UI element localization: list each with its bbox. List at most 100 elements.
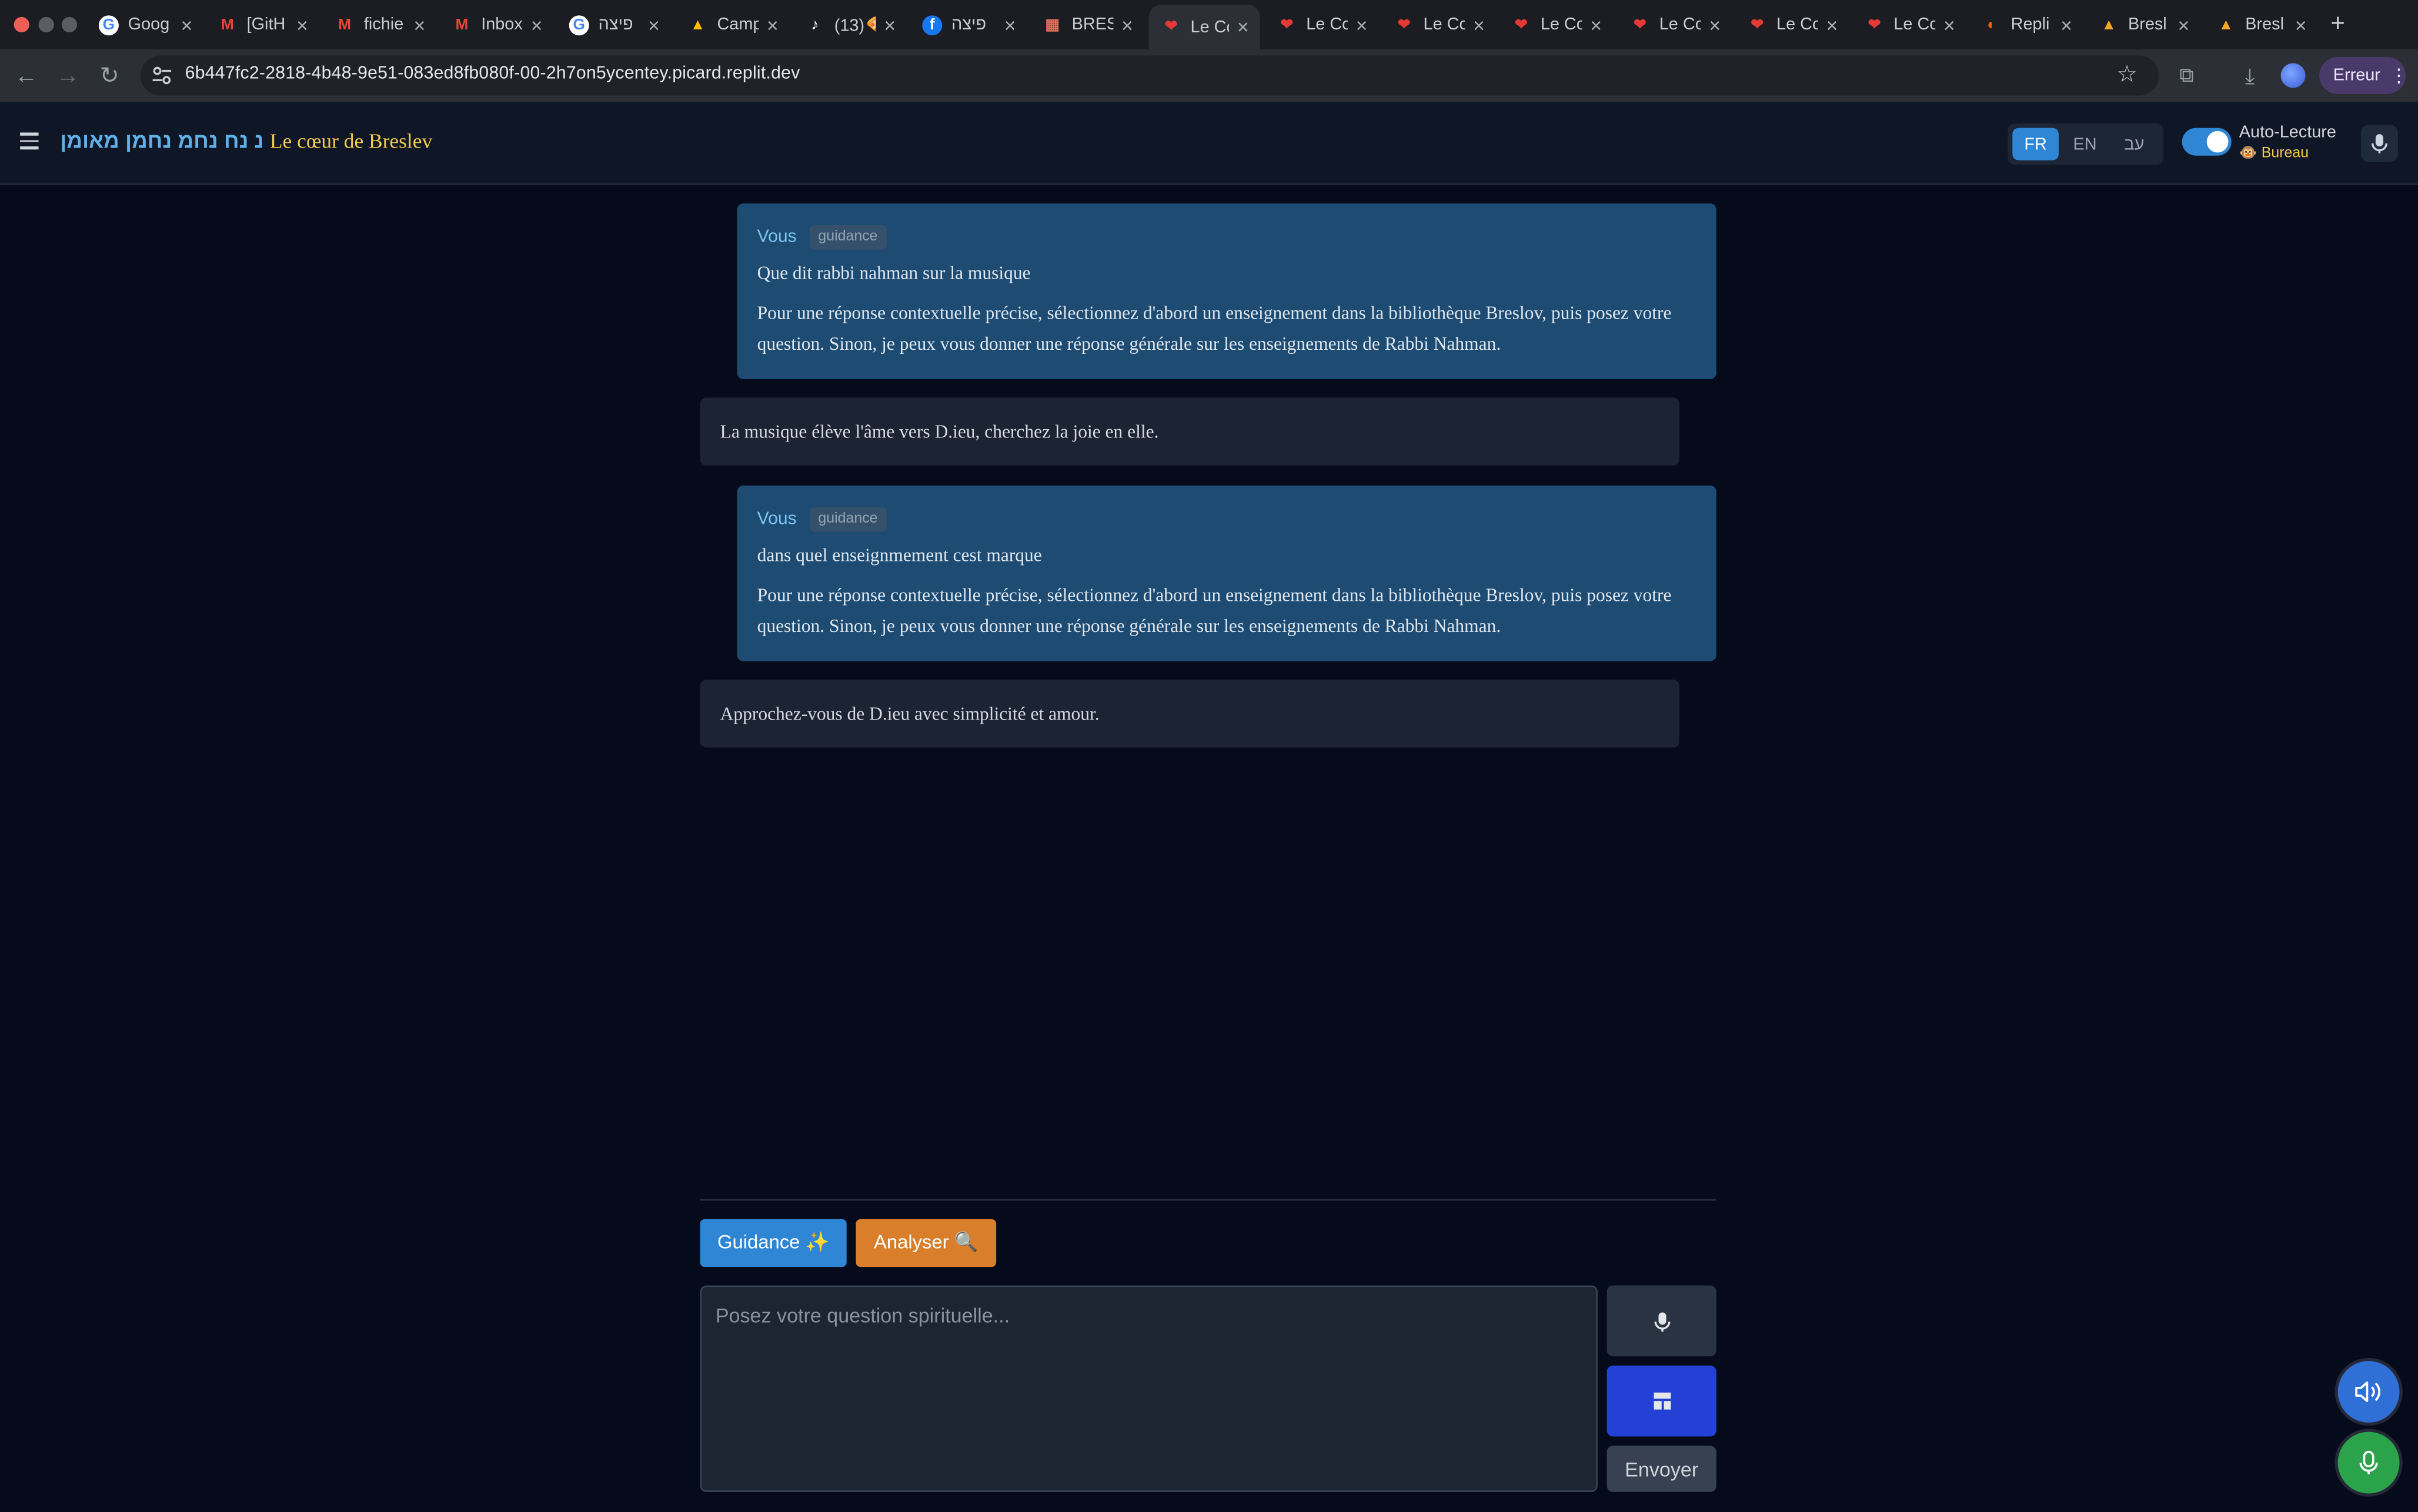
- browser-tab[interactable]: f פיצה ×: [922, 8, 1018, 42]
- tab-title: [GitH: [246, 15, 286, 34]
- analyze-mode-button[interactable]: Analyser 🔍: [856, 1219, 997, 1267]
- tab-close-icon[interactable]: ×: [1824, 13, 1839, 36]
- guidance-mode-button[interactable]: Guidance ✨: [700, 1219, 847, 1267]
- tab-close-icon[interactable]: ×: [179, 13, 194, 36]
- header-mic-button[interactable]: [2360, 125, 2398, 162]
- browser-tab[interactable]: ❤ Le Cœ ×: [1747, 8, 1839, 42]
- tab-close-icon[interactable]: ×: [1707, 13, 1722, 36]
- facebook-icon: f: [922, 14, 943, 35]
- tab-close-icon[interactable]: ×: [765, 13, 780, 36]
- url-text[interactable]: 6b447fc2-2818-4b48-9e51-083ed8fb080f-00-…: [185, 65, 800, 83]
- question-input-container: [700, 1285, 1598, 1492]
- browser-tab-strip: G Goog × M [GitH × M fichie × M Inbox × …: [0, 0, 2418, 49]
- back-arrow-icon[interactable]: ←: [11, 60, 41, 91]
- language-switcher: FR EN עב: [2008, 123, 2164, 165]
- brand-title: Le cœur de Breslev: [269, 129, 433, 153]
- profile-error-button[interactable]: Erreur ⋮: [2319, 57, 2408, 94]
- lang-en-button[interactable]: EN: [2062, 128, 2108, 160]
- tab-title: Le Cœ: [1893, 15, 1935, 34]
- gmail-icon: M: [338, 16, 352, 34]
- browser-tab[interactable]: ▦ BRES ×: [1043, 8, 1135, 42]
- site-settings-icon[interactable]: [151, 65, 173, 86]
- browser-tab[interactable]: ❤ Le Cœ ×: [1277, 8, 1369, 42]
- close-window-button[interactable]: [14, 16, 29, 33]
- tab-close-icon[interactable]: ×: [529, 13, 545, 36]
- message-sender: Vous: [757, 510, 797, 529]
- tab-title: BRES: [1071, 15, 1114, 34]
- tab-close-icon[interactable]: ×: [1003, 13, 1018, 36]
- browser-tab[interactable]: ▲ Bresl ×: [2099, 8, 2191, 42]
- tab-close-icon[interactable]: ×: [2176, 13, 2191, 36]
- tab-close-icon[interactable]: ×: [1120, 13, 1135, 36]
- tab-title: Le Cœ: [1540, 15, 1582, 34]
- tab-close-icon[interactable]: ×: [412, 13, 427, 36]
- browser-tab[interactable]: M fichie ×: [335, 8, 427, 42]
- tab-title: Le Cœ: [1776, 15, 1818, 34]
- profile-error-label: Erreur: [2333, 66, 2380, 85]
- browser-tab[interactable]: G פיצה ×: [569, 8, 662, 42]
- google-icon: G: [569, 14, 589, 35]
- browser-tab-active[interactable]: ❤ Le Cœ ×: [1148, 4, 1260, 49]
- composer-divider: [700, 1199, 1716, 1201]
- lang-he-button[interactable]: עב: [2111, 128, 2158, 160]
- tab-close-icon[interactable]: ×: [2059, 13, 2074, 36]
- browser-tab[interactable]: ❤ Le Cœ ×: [1511, 8, 1604, 42]
- hamburger-menu-icon[interactable]: [20, 132, 39, 153]
- question-input[interactable]: [702, 1287, 1597, 1491]
- browser-tab[interactable]: M [GitH ×: [218, 8, 310, 42]
- tab-close-icon[interactable]: ×: [2293, 13, 2309, 36]
- tab-title: Inbox: [481, 15, 523, 34]
- browser-tab[interactable]: ❤ Le Cœ ×: [1865, 8, 1957, 42]
- address-bar[interactable]: 6b447fc2-2818-4b48-9e51-083ed8fb080f-00-…: [140, 55, 2159, 96]
- download-icon[interactable]: ⤓: [2235, 60, 2265, 91]
- tab-close-icon[interactable]: ×: [882, 13, 897, 36]
- heart-icon: ❤: [1868, 16, 1881, 34]
- tab-close-icon[interactable]: ×: [295, 13, 310, 36]
- tab-close-icon[interactable]: ×: [1235, 15, 1251, 38]
- tab-close-icon[interactable]: ×: [1471, 13, 1487, 36]
- browser-tab[interactable]: G Goog ×: [98, 8, 195, 42]
- flame-icon: ▲: [2101, 16, 2117, 34]
- bookmark-star-icon[interactable]: ☆: [2116, 60, 2137, 88]
- forward-arrow-icon[interactable]: →: [52, 60, 83, 91]
- profile-avatar[interactable]: [2280, 63, 2306, 88]
- browser-tab[interactable]: ◐ Repli ×: [1982, 8, 2074, 42]
- tab-close-icon[interactable]: ×: [1354, 13, 1370, 36]
- assistant-message: Approchez-vous de D.ieu avec simplicité …: [700, 680, 1679, 748]
- google-icon: G: [98, 14, 119, 35]
- heart-icon: ❤: [1397, 16, 1411, 34]
- user-question: dans quel enseignmement cest marque: [757, 544, 1042, 566]
- lang-fr-button[interactable]: FR: [2012, 128, 2059, 160]
- user-question: Que dit rabbi nahman sur la musique: [757, 262, 1031, 284]
- tab-close-icon[interactable]: ×: [1942, 13, 1957, 36]
- mic-fab-button[interactable]: [2337, 1431, 2400, 1494]
- browser-tab[interactable]: M Inbox ×: [452, 8, 544, 42]
- voice-input-button[interactable]: [1607, 1285, 1716, 1357]
- auto-read-toggle[interactable]: [2182, 128, 2232, 156]
- tab-title: פיצה: [598, 15, 633, 34]
- speaker-icon: [2355, 1381, 2380, 1403]
- maximize-window-button[interactable]: [61, 16, 78, 33]
- heart-icon: ❤: [1280, 16, 1294, 34]
- new-tab-button[interactable]: +: [2326, 8, 2350, 42]
- template-button[interactable]: [1607, 1365, 1716, 1437]
- microphone-icon: [2359, 1450, 2378, 1474]
- speaker-fab-button[interactable]: [2337, 1361, 2400, 1423]
- browser-tab[interactable]: ▲ Bresl ×: [2216, 8, 2308, 42]
- tab-close-icon[interactable]: ×: [1588, 13, 1604, 36]
- browser-tab[interactable]: ❤ Le Cœ ×: [1630, 8, 1722, 42]
- cast-icon[interactable]: ⧉: [2171, 60, 2202, 91]
- send-button-label: Envoyer: [1625, 1457, 1699, 1481]
- tab-close-icon[interactable]: ×: [646, 13, 662, 36]
- browser-tab[interactable]: ▲ Camp ×: [688, 8, 780, 42]
- tab-title: Goog: [128, 15, 170, 34]
- tab-title: Bresl: [2128, 15, 2167, 34]
- tab-title: Bresl: [2245, 15, 2285, 34]
- minimize-window-button[interactable]: [38, 16, 54, 33]
- reload-icon[interactable]: ↻: [94, 60, 125, 91]
- hebrew-title: נ נח נחמ נחמן מאומן: [60, 128, 264, 153]
- kebab-menu-icon[interactable]: ⋮: [2390, 65, 2408, 86]
- browser-tab[interactable]: ♪ (13)🍕 ×: [805, 8, 897, 42]
- send-button[interactable]: Envoyer: [1607, 1446, 1716, 1492]
- browser-tab[interactable]: ❤ Le Cœ ×: [1394, 8, 1487, 42]
